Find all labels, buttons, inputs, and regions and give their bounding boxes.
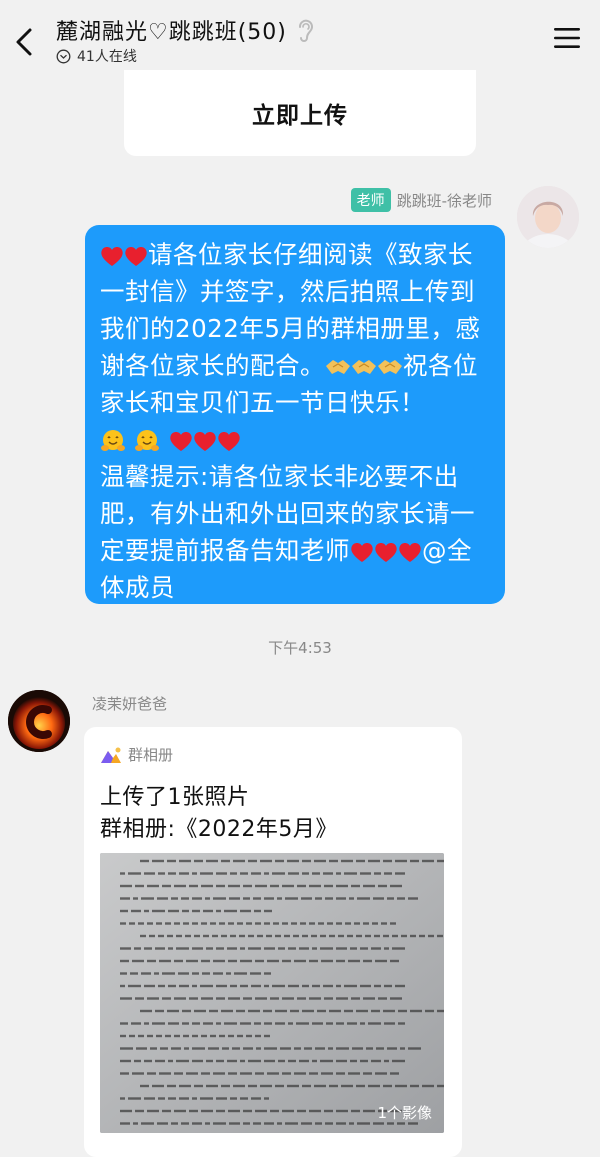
photo-count-label: 1个影像 <box>377 1104 432 1122</box>
upload-now-card[interactable]: 立即上传 <box>124 70 476 156</box>
album-icon <box>101 747 121 763</box>
red-heart-icon <box>217 432 240 451</box>
handshake-icon <box>352 360 376 374</box>
album-name-text: 群相册:《2022年5月》 <box>100 817 338 842</box>
teacher-avatar[interactable] <box>517 186 579 248</box>
document-photo-image <box>100 853 444 1133</box>
red-heart-icon <box>101 247 123 266</box>
upload-now-button[interactable]: 立即上传 <box>252 96 348 130</box>
time-divider: 下午4:53 <box>268 639 332 657</box>
menu-icon[interactable] <box>554 26 580 50</box>
album-photo-thumbnail[interactable]: 1个影像 <box>100 853 444 1133</box>
handshake-icon <box>326 360 350 374</box>
back-arrow-icon[interactable] <box>12 24 40 60</box>
red-heart-icon <box>399 543 421 562</box>
sender-avatar[interactable] <box>8 690 70 752</box>
chevron-circle-icon <box>56 49 71 63</box>
red-heart-icon <box>193 432 216 451</box>
hugging-face-icon <box>101 430 125 451</box>
group-album-card[interactable]: 群相册 上传了1张照片 群相册:《2022年5月》 1个影像 <box>84 727 462 1157</box>
chat-header: 麓湖融光♡跳跳班(50) 41人在线 <box>0 0 600 78</box>
online-status: 41人在线 <box>56 46 137 66</box>
sender-name[interactable]: 凌茉妍爸爸 <box>92 693 167 714</box>
ear-icon <box>298 19 313 42</box>
red-heart-icon <box>375 543 397 562</box>
teacher-sender-row: 老师 跳跳班-徐老师 <box>350 188 492 212</box>
red-heart-icon <box>125 247 147 266</box>
album-card-label: 群相册 <box>128 746 174 764</box>
red-heart-icon <box>169 432 192 451</box>
hugging-face-icon <box>135 430 160 451</box>
album-card-header: 群相册 <box>100 744 173 765</box>
teacher-message-bubble[interactable]: 请各位家长仔细阅读《致家长一封信》并签字，然后拍照上传到我们的2022年5月的群… <box>85 225 505 604</box>
group-title-row[interactable]: 麓湖融光♡跳跳班(50) <box>56 14 315 46</box>
online-count: 41人在线 <box>77 49 137 65</box>
teacher-role-badge: 老师 <box>350 188 391 212</box>
group-title: 麓湖融光♡跳跳班(50) <box>56 20 287 45</box>
album-upload-text: 上传了1张照片 <box>100 785 250 810</box>
red-heart-icon <box>351 543 373 562</box>
teacher-sender-name[interactable]: 跳跳班-徐老师 <box>397 190 492 211</box>
handshake-icon <box>378 360 402 374</box>
